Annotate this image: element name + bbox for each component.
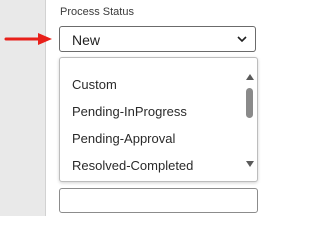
option-custom[interactable]: Custom (72, 77, 117, 92)
process-status-select[interactable]: New (59, 26, 256, 52)
option-resolved-completed[interactable]: Resolved-Completed (72, 158, 193, 173)
scroll-up-arrow-icon[interactable] (246, 74, 254, 80)
red-arrow-right-icon (4, 33, 52, 45)
option-pending-inprogress[interactable]: Pending-InProgress (72, 104, 187, 119)
scrollbar-thumb[interactable] (246, 88, 253, 118)
selected-value: New (72, 32, 101, 48)
chevron-down-icon[interactable] (237, 35, 247, 43)
option-pending-approval[interactable]: Pending-Approval (72, 131, 175, 146)
status-dropdown-list[interactable]: Custom Pending-InProgress Pending-Approv… (59, 57, 258, 182)
process-status-label: Process Status (60, 6, 134, 18)
next-input-field[interactable] (59, 188, 258, 213)
scroll-down-arrow-icon[interactable] (246, 161, 254, 167)
